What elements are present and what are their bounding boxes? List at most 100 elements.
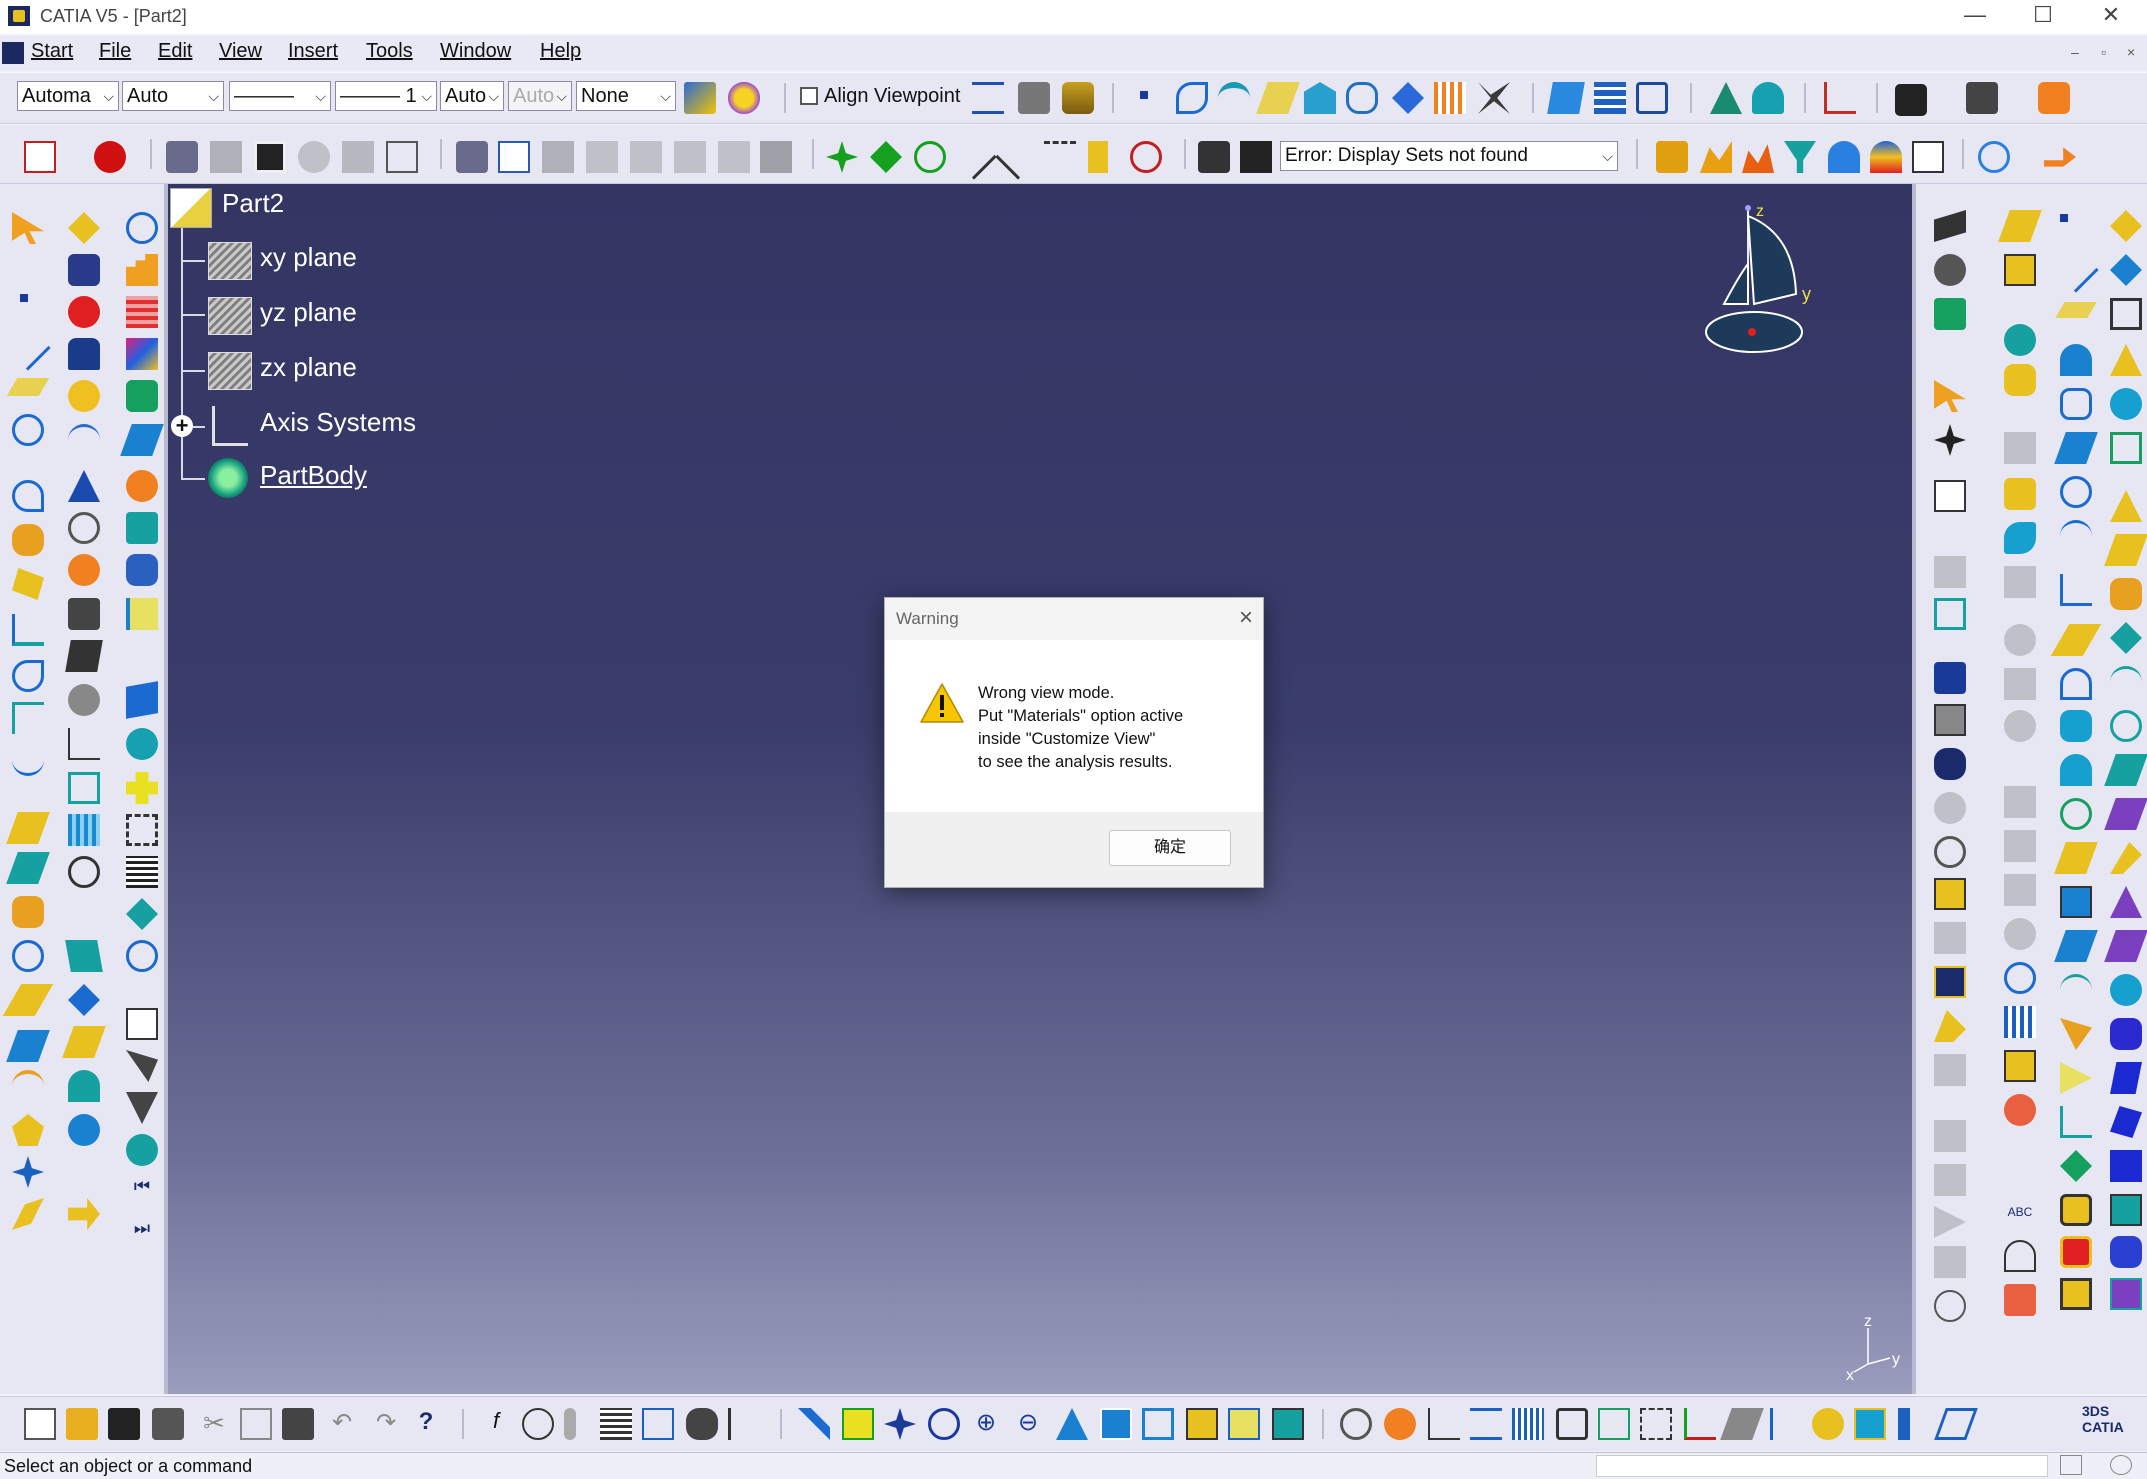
right-cube-icon[interactable]: [2110, 432, 2142, 464]
fit-all-icon[interactable]: [842, 1408, 874, 1440]
cylinder-icon[interactable]: [1556, 1408, 1588, 1440]
constraint-icon[interactable]: [1934, 298, 1966, 330]
grid-tool-icon[interactable]: [68, 814, 100, 846]
surface-sweep-icon[interactable]: [1218, 82, 1250, 114]
draft-analysis-icon[interactable]: [1752, 82, 1784, 114]
thickness-combo[interactable]: ——— 1 ⌵: [335, 81, 437, 111]
cyan-tool-icon[interactable]: [126, 512, 158, 544]
menu-window[interactable]: Window: [440, 40, 511, 63]
square-tool-icon[interactable]: [2110, 298, 2142, 330]
right-flat-icon[interactable]: [2104, 754, 2147, 786]
inertia-icon[interactable]: [1130, 141, 1162, 173]
right-select-icon[interactable]: [1934, 380, 1966, 412]
minimize-button[interactable]: —: [1945, 0, 2005, 34]
blend-icon[interactable]: [12, 524, 44, 556]
work-grid-icon[interactable]: [1512, 1408, 1544, 1440]
mdi-restore-button[interactable]: ▫: [2101, 44, 2106, 60]
right-blue-gem-icon[interactable]: [2110, 1236, 2142, 1268]
dome-icon[interactable]: [68, 1070, 100, 1102]
open-icon[interactable]: [66, 1408, 98, 1440]
right-rib-icon[interactable]: [1934, 878, 1966, 910]
body-tool-icon[interactable]: [166, 141, 198, 173]
green-surface-icon[interactable]: [126, 380, 158, 412]
compass-tool-icon[interactable]: [1978, 141, 2010, 173]
gear-settings-icon[interactable]: [1198, 141, 1230, 173]
yellow-layer-icon[interactable]: [62, 1026, 106, 1058]
cube-outline-icon[interactable]: [386, 141, 418, 173]
right-funnel-icon[interactable]: [2004, 1240, 2036, 1272]
right-diamond-icon[interactable]: [2110, 254, 2142, 286]
sketch-plane-icon[interactable]: [68, 212, 100, 244]
right-stamp-icon[interactable]: [2004, 1284, 2036, 1316]
arrow-tool-icon[interactable]: [2044, 147, 2076, 167]
right-orange-icon[interactable]: [2110, 578, 2142, 610]
right-green-diamond-icon[interactable]: [2060, 1150, 2092, 1182]
scanner-icon[interactable]: [1018, 82, 1050, 114]
highlight-icon[interactable]: [126, 598, 158, 630]
spline-icon[interactable]: [1176, 82, 1208, 114]
blue-diamond-icon[interactable]: [68, 984, 100, 1016]
right-blue-plane-icon[interactable]: [2054, 930, 2098, 962]
wavy-curve-icon[interactable]: [12, 744, 44, 776]
right-grid-blue-icon[interactable]: [2060, 886, 2092, 918]
move-icon[interactable]: [870, 141, 902, 173]
right-red-cube-icon[interactable]: [2060, 1236, 2092, 1268]
catalog-browser-icon[interactable]: [1854, 1408, 1886, 1440]
comment-icon[interactable]: [522, 1408, 554, 1440]
right-yellow-sheet-icon[interactable]: [2050, 624, 2102, 656]
snap-icon[interactable]: [951, 134, 997, 180]
multi-view-icon[interactable]: [1100, 1408, 1132, 1440]
bounding-icon[interactable]: [1640, 1408, 1672, 1440]
right-wedge-icon[interactable]: [2110, 842, 2142, 874]
right-circle-icon[interactable]: [2060, 476, 2092, 508]
iso-view-icon[interactable]: [1142, 1408, 1174, 1440]
plane-icon[interactable]: [208, 242, 252, 280]
box-view-icon[interactable]: [1598, 1408, 1630, 1440]
update-icon[interactable]: [1340, 1408, 1372, 1440]
save-icon[interactable]: [1240, 141, 1272, 173]
maximize-button[interactable]: ☐: [2013, 0, 2073, 34]
right-box-icon[interactable]: [1934, 598, 1966, 630]
shading-icon[interactable]: [1186, 1408, 1218, 1440]
what-is-icon[interactable]: [1636, 82, 1668, 114]
stop-icon[interactable]: [94, 141, 126, 173]
cyan-gear-icon[interactable]: [126, 728, 158, 760]
swap-space-icon[interactable]: [1272, 1408, 1304, 1440]
menu-tools[interactable]: Tools: [366, 40, 413, 63]
design-table-icon[interactable]: [600, 1408, 632, 1440]
right-pattern-icon[interactable]: [2004, 1006, 2036, 1038]
point-tool-icon[interactable]: [20, 294, 28, 302]
tree-node-yz-plane[interactable]: yz plane: [260, 297, 357, 328]
right-gear-box-icon[interactable]: [2060, 1194, 2092, 1226]
rotate-view-icon[interactable]: [928, 1408, 960, 1440]
whats-this-icon[interactable]: ?: [410, 1408, 442, 1440]
parameter-icon[interactable]: [728, 1408, 760, 1440]
black-surface-icon[interactable]: [65, 640, 103, 672]
report-icon[interactable]: [1912, 141, 1944, 173]
cut-icon[interactable]: ✂: [198, 1408, 230, 1440]
catalog-icon[interactable]: [1062, 82, 1094, 114]
dialog-close-icon[interactable]: ×: [1239, 604, 1253, 632]
plane-tool-left-icon[interactable]: [6, 378, 50, 396]
right-blue-cube-icon[interactable]: [2110, 1150, 2142, 1182]
normal-view-icon[interactable]: [1056, 1408, 1088, 1440]
spark-icon[interactable]: [12, 1156, 44, 1188]
right-point-icon[interactable]: [2060, 214, 2068, 222]
wave-analysis-icon[interactable]: [1700, 141, 1732, 173]
help-bubble-icon[interactable]: [68, 380, 100, 412]
right-hole-icon[interactable]: [1934, 836, 1966, 868]
tool-arrow-icon[interactable]: [126, 1050, 158, 1082]
right-loop-icon[interactable]: [2060, 388, 2092, 420]
yellow-tool-icon[interactable]: [6, 812, 50, 844]
right-star-icon[interactable]: [1934, 424, 1966, 456]
right-purple-plane-icon[interactable]: [2104, 930, 2147, 962]
dialog-titlebar[interactable]: Warning ×: [885, 598, 1263, 640]
plane-icon[interactable]: [208, 297, 252, 335]
mesh-icon[interactable]: [1434, 82, 1466, 114]
search-tool-icon[interactable]: [1812, 1408, 1844, 1440]
right-plane2-icon[interactable]: [2055, 302, 2097, 318]
cat-face-icon[interactable]: [126, 554, 158, 586]
right-deep-blue-icon[interactable]: [2110, 1018, 2142, 1050]
start-menu-icon[interactable]: [2, 42, 24, 64]
cyan-gear-right-icon[interactable]: [2004, 324, 2036, 356]
